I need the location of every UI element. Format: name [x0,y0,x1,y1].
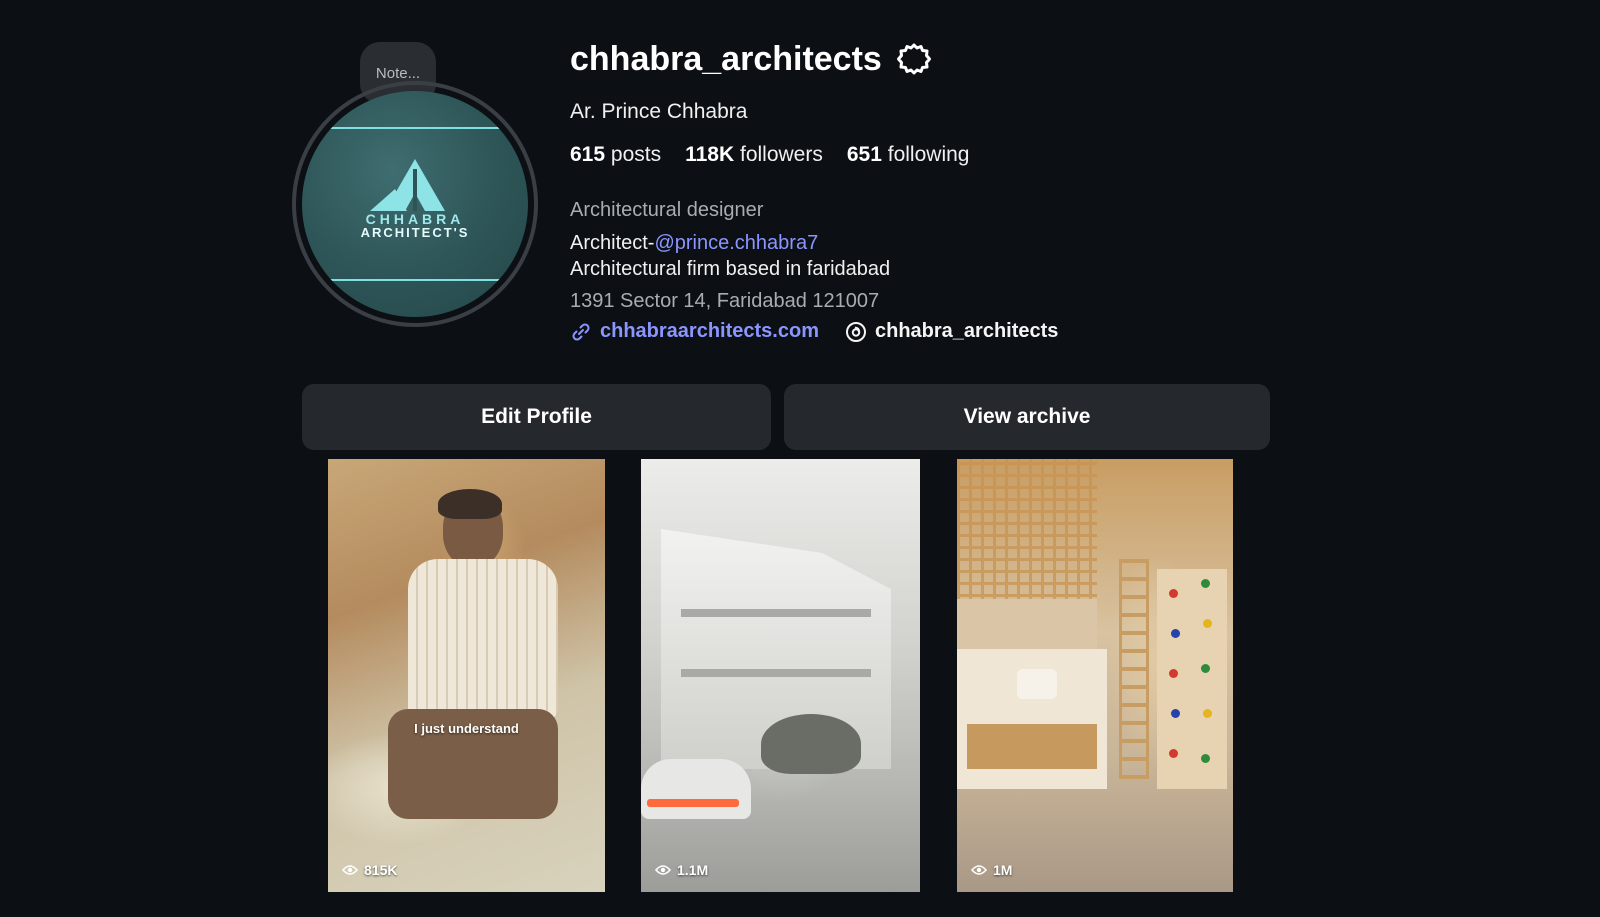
profile-links: chhabraarchitects.com chhabra_architects [570,320,1058,343]
profile-address: 1391 Sector 14, Faridabad 121007 [570,290,880,312]
avatar-image: CHHABRA ARCHITECT'S [302,91,528,317]
post-view-count: 1.1M [677,862,709,878]
post-tile[interactable]: 1M [957,459,1233,892]
post-views: 815K [342,862,397,878]
eye-icon [342,865,358,875]
post-bunk-panel [957,599,1097,649]
username-row: chhabra_architects [570,40,932,79]
posts-stat: 615 posts [570,143,661,167]
post-mattress [967,724,1097,769]
bio-line-2: Architectural firm based in faridabad [570,258,891,280]
following-stat[interactable]: 651 following [847,143,970,167]
website-text: chhabraarchitects.com [600,320,819,342]
full-name: Ar. Prince Chhabra [570,100,748,123]
post-car-taillight [647,799,739,807]
followers-label: followers [739,143,823,166]
threads-handle: chhabra_architects [874,320,1059,342]
link-icon [572,322,590,341]
avatar-brand-line2: ARCHITECT'S [360,225,470,240]
followers-count: 118K [685,143,735,166]
post-tile[interactable]: I just understand 815K [328,459,605,892]
note-label: Note... [375,64,421,82]
chhabra-architects-logo-icon [370,159,445,211]
threads-icon [845,321,866,342]
post-person-hair [438,489,502,519]
profile-stats: 615 posts 118K followers 651 following [570,143,969,167]
avatar-logo-line-top [322,127,508,129]
username: chhabra_architects [570,40,882,78]
post-window [1017,669,1057,699]
post-views: 1M [971,862,1012,878]
post-person-shirt [408,559,558,719]
eye-icon [971,865,987,875]
view-archive-button[interactable]: View archive [784,384,1270,450]
threads-link[interactable]: chhabra_architects [845,320,1058,343]
post-car [641,759,751,819]
profile-avatar[interactable]: CHHABRA ARCHITECT'S [292,81,538,327]
post-ladder [1119,559,1149,779]
post-tree [761,714,861,774]
profile-category: Architectural designer [570,199,764,221]
following-label: following [887,143,970,166]
post-caption: I just understand [414,721,519,736]
posts-label: posts [610,143,662,166]
website-link[interactable]: chhabraarchitects.com [570,320,819,343]
post-building-balcony [681,669,871,677]
bio-mention-link[interactable]: @prince.chhabra7 [654,232,818,254]
following-count: 651 [846,143,882,166]
post-views: 1.1M [655,862,708,878]
followers-stat[interactable]: 118K followers [685,143,823,167]
bio-prefix: Architect- [570,232,655,254]
post-climbing-wall [1157,569,1227,789]
bio-line-1: Architect-@prince.chhabra7 [570,232,818,255]
post-net-wall [957,459,1097,609]
post-building-balcony [681,609,871,617]
post-tile[interactable]: 1.1M [641,459,920,892]
post-view-count: 1M [993,862,1013,878]
edit-profile-button[interactable]: Edit Profile [302,384,771,450]
posts-count: 615 [570,143,606,166]
eye-icon [655,865,671,875]
avatar-logo-line-bottom [322,279,508,281]
gear-icon[interactable] [896,42,932,78]
post-view-count: 815K [364,862,398,878]
